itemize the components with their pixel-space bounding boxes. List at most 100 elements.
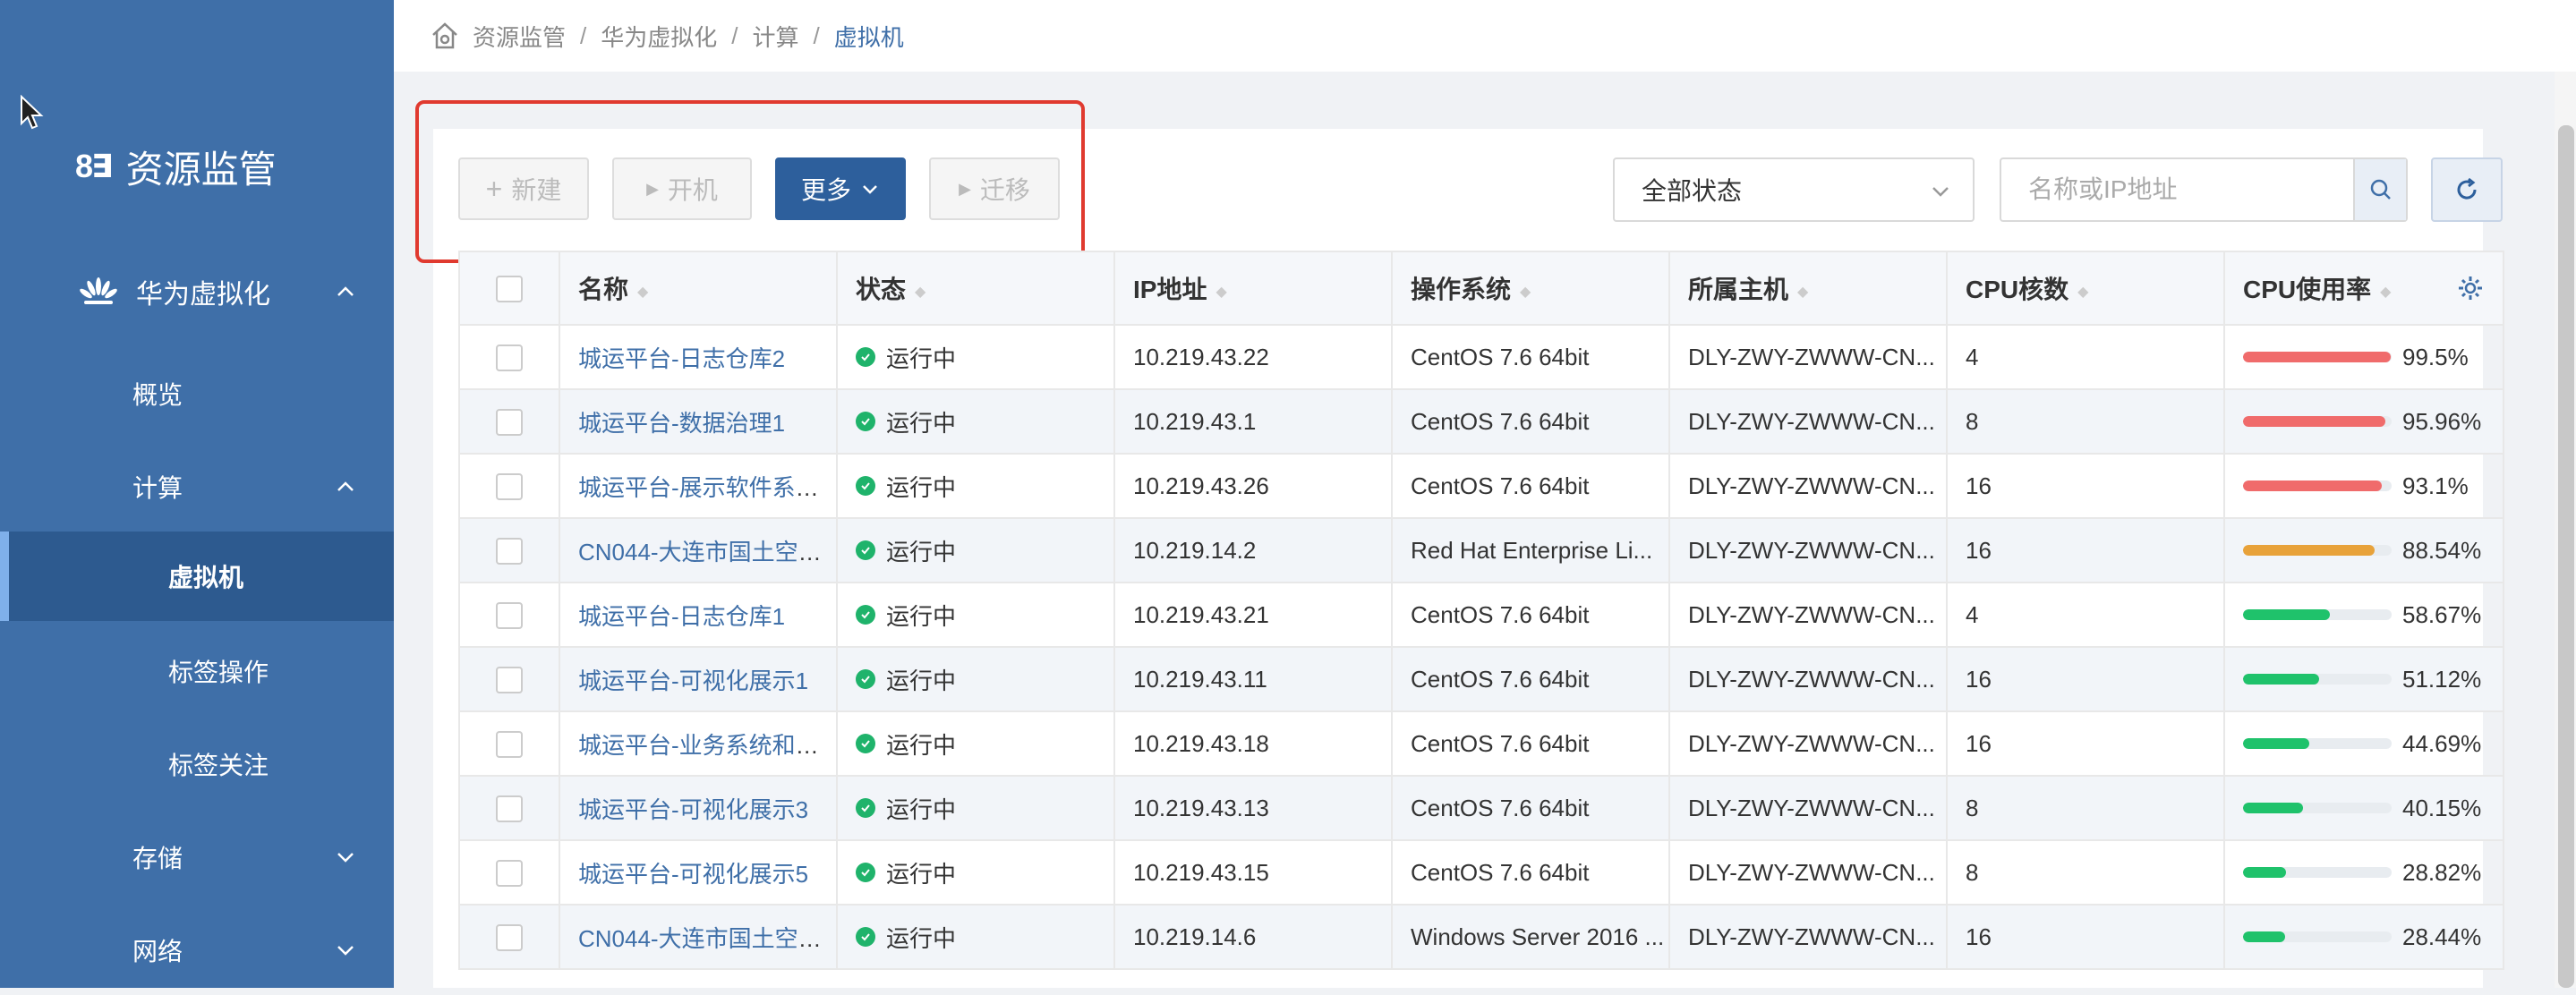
status-text: 运行中 (886, 860, 957, 888)
vm-name-link[interactable]: CN044-大连市国土空间基础 (578, 925, 835, 952)
search-input[interactable] (2001, 159, 2353, 220)
row-checkbox[interactable] (496, 795, 523, 823)
table-row[interactable]: 城运平台-日志仓库2 运行中 10.219.43.22 CentOS 7.6 64bi… (458, 324, 2504, 390)
vm-name-link[interactable]: 城运平台-展示软件系统指令 (578, 474, 835, 501)
status-select[interactable]: 全部状态 (1613, 157, 1975, 222)
cell-name[interactable]: 城运平台-展示软件系统指令 (559, 453, 838, 519)
sidebar-group-huawei[interactable]: 华为虚拟化 (0, 256, 394, 327)
table-row[interactable]: 城运平台-数据治理1 运行中 10.219.43.1 CentOS 7.6 64bit… (458, 388, 2504, 455)
sort-icon[interactable]: ◆ (1215, 283, 1226, 301)
table-row[interactable]: 城运平台-可视化展示5 运行中 10.219.43.15 CentOS 7.6 64b… (458, 839, 2504, 906)
cell-cpu-usage: 40.15% (2223, 775, 2504, 841)
sidebar-item-label: 标签操作 (168, 659, 269, 686)
column-header-cpu-usage[interactable]: CPU使用率 ◆ (2223, 251, 2504, 326)
cell-host: DLY-ZWY-ZWWW-CN... (1668, 775, 1948, 841)
search-button[interactable] (2353, 159, 2406, 220)
cell-name[interactable]: 城运平台-日志仓库2 (559, 324, 838, 390)
row-checkbox[interactable] (496, 924, 523, 952)
column-header-cpu-cores[interactable]: CPU核数 ◆ (1946, 251, 2225, 326)
cell-cpu-cores: 16 (1946, 453, 2225, 519)
row-checkbox[interactable] (496, 602, 523, 630)
sort-icon[interactable]: ◆ (1520, 283, 1531, 301)
sidebar-item-tag-ops[interactable]: 标签操作 (0, 626, 394, 716)
scrollbar-thumb[interactable] (2558, 125, 2574, 988)
column-header-host[interactable]: 所属主机 ◆ (1668, 251, 1948, 326)
table-row[interactable]: 城运平台-业务系统和预警系 运行中 10.219.43.18 CentOS 7.6 6… (458, 710, 2504, 777)
cell-name[interactable]: 城运平台-可视化展示3 (559, 775, 838, 841)
cpu-usage-bar (2243, 352, 2392, 362)
select-all-checkbox[interactable] (496, 276, 523, 303)
table-row[interactable]: 城运平台-可视化展示3 运行中 10.219.43.13 CentOS 7.6 64b… (458, 775, 2504, 841)
vm-name-link[interactable]: 城运平台-业务系统和预警系 (578, 732, 835, 759)
cell-name[interactable]: CN044-大连市国土空间基础 (559, 517, 838, 583)
table-row[interactable]: 城运平台-可视化展示1 运行中 10.219.43.11 CentOS 7.6 64b… (458, 646, 2504, 712)
sort-icon[interactable]: ◆ (2380, 283, 2391, 301)
status-ok-icon (856, 927, 875, 947)
vm-name-link[interactable]: 城运平台-日志仓库2 (578, 345, 785, 372)
cell-os: Windows Server 2016 ... (1391, 904, 1670, 970)
sort-icon[interactable]: ◆ (637, 283, 648, 301)
status-ok-icon (856, 347, 875, 367)
cell-host: DLY-ZWY-ZWWW-CN... (1668, 646, 1948, 712)
sort-icon[interactable]: ◆ (2077, 283, 2088, 301)
row-checkbox[interactable] (496, 860, 523, 888)
vm-name-link[interactable]: 城运平台-可视化展示5 (578, 861, 808, 888)
vm-name-link[interactable]: 城运平台-可视化展示1 (578, 668, 808, 694)
cell-name[interactable]: CN044-大连市国土空间基础 (559, 904, 838, 970)
cell-name[interactable]: 城运平台-日志仓库1 (559, 582, 838, 648)
sidebar-item-compute[interactable]: 计算 (0, 442, 394, 532)
sidebar-item-storage[interactable]: 存储 (0, 812, 394, 902)
refresh-button[interactable] (2431, 157, 2503, 222)
sort-icon[interactable]: ◆ (1797, 283, 1808, 301)
cell-status: 运行中 (836, 710, 1115, 777)
cpu-usage-bar (2243, 803, 2392, 813)
table-row[interactable]: 城运平台-展示软件系统指令 运行中 10.219.43.26 CentOS 7.6 6… (458, 453, 2504, 519)
gear-icon[interactable] (2456, 274, 2485, 302)
column-header-name[interactable]: 名称 ◆ (559, 251, 838, 326)
column-header-status[interactable]: 状态 ◆ (836, 251, 1115, 326)
breadcrumb-item[interactable]: 资源监管 (473, 20, 566, 53)
cell-name[interactable]: 城运平台-数据治理1 (559, 388, 838, 455)
row-checkbox[interactable] (496, 667, 523, 694)
table-row[interactable]: CN044-大连市国土空间基础 运行中 10.219.14.2Red Hat Ent… (458, 517, 2504, 583)
vm-name-link[interactable]: 城运平台-可视化展示3 (578, 796, 808, 823)
breadcrumb-item[interactable]: 华为虚拟化 (601, 20, 717, 53)
cell-cpu-cores: 4 (1946, 582, 2225, 648)
sidebar-item-tag-watch[interactable]: 标签关注 (0, 719, 394, 809)
vm-name-link[interactable]: 城运平台-日志仓库1 (578, 603, 785, 630)
sidebar-item-vm[interactable]: 虚拟机 (0, 532, 394, 621)
row-checkbox[interactable] (496, 538, 523, 566)
cell-status: 运行中 (836, 904, 1115, 970)
row-checkbox[interactable] (496, 409, 523, 437)
cell-os: CentOS 7.6 64bit (1391, 388, 1670, 455)
breadcrumb-current: 虚拟机 (833, 23, 904, 51)
row-checkbox[interactable] (496, 344, 523, 372)
column-header-ip[interactable]: IP地址 ◆ (1113, 251, 1393, 326)
cpu-usage-bar (2243, 416, 2392, 427)
sort-icon[interactable]: ◆ (915, 283, 925, 301)
row-checkbox[interactable] (496, 473, 523, 501)
cell-name[interactable]: 城运平台-可视化展示1 (559, 646, 838, 712)
table-row[interactable]: CN044-大连市国土空间基础 运行中 10.219.14.6Windows Ser… (458, 904, 2504, 970)
cell-name[interactable]: 城运平台-可视化展示5 (559, 839, 838, 906)
cpu-usage-bar-fill (2243, 480, 2382, 491)
column-header-label: CPU核数 (1966, 276, 2069, 303)
cell-cpu-usage: 28.82% (2223, 839, 2504, 906)
row-checkbox[interactable] (496, 731, 523, 759)
table-row[interactable]: 城运平台-日志仓库1 运行中 10.219.43.21 CentOS 7.6 64bi… (458, 582, 2504, 648)
row-checkbox-cell (458, 646, 560, 712)
breadcrumb-item[interactable]: 计算 (753, 20, 799, 53)
column-header-os[interactable]: 操作系统 ◆ (1391, 251, 1670, 326)
cpu-usage-text: 44.69% (2402, 729, 2482, 757)
cpu-usage-bar-fill (2243, 609, 2331, 620)
home-icon[interactable] (430, 21, 460, 51)
vm-name-link[interactable]: 城运平台-数据治理1 (578, 410, 785, 437)
sidebar-item-overview[interactable]: 概览 (0, 349, 394, 438)
sidebar-item-network[interactable]: 网络 (0, 906, 394, 995)
page-scrollbar[interactable] (2555, 72, 2576, 988)
cpu-usage-text: 28.82% (2402, 858, 2482, 886)
vm-name-link[interactable]: CN044-大连市国土空间基础 (578, 539, 835, 566)
chevron-down-icon (337, 853, 354, 863)
cell-os: CentOS 7.6 64bit (1391, 453, 1670, 519)
cell-name[interactable]: 城运平台-业务系统和预警系 (559, 710, 838, 777)
